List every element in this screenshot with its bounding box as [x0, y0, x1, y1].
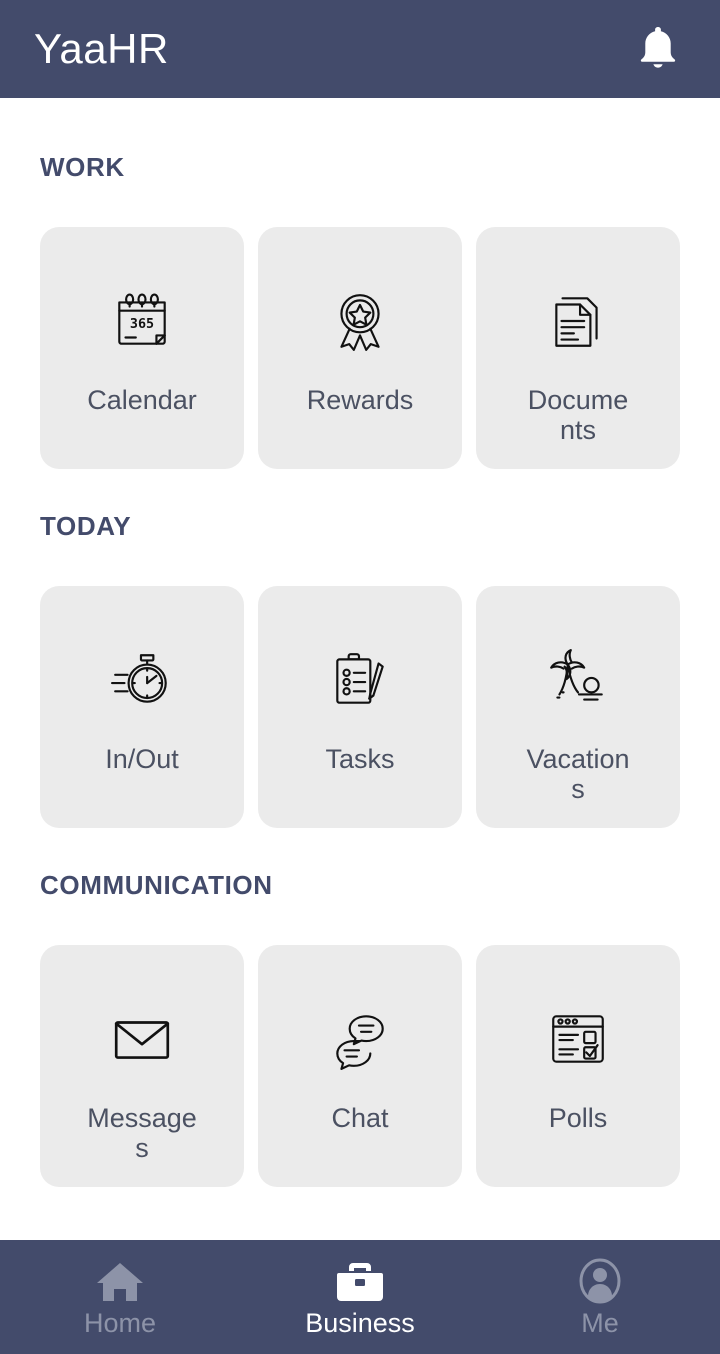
bottom-navigation: Home Business Me [0, 1240, 720, 1354]
card-label-rewards: Rewards [306, 385, 414, 415]
card-label-calendar: Calendar [87, 385, 197, 415]
briefcase-icon [333, 1255, 387, 1305]
card-row-work: 365 Calendar Rewards Documents [40, 227, 680, 471]
card-documents[interactable]: Documents [476, 227, 680, 469]
stopwatch-icon [106, 644, 178, 716]
bell-icon [636, 24, 680, 75]
scroll-content[interactable]: WORK 365 Calendar Rewards Documents TODA… [0, 98, 720, 1354]
notifications-button[interactable] [630, 21, 686, 77]
poll-window-icon [542, 1003, 614, 1075]
card-row-today: In/Out Tasks Vacations [40, 586, 680, 830]
card-vacations[interactable]: Vacations [476, 586, 680, 828]
medal-ribbon-icon [324, 285, 396, 357]
nav-label-business: Business [305, 1308, 415, 1339]
card-rewards[interactable]: Rewards [258, 227, 462, 469]
section-title-today: TODAY [40, 511, 132, 541]
nav-label-me: Me [581, 1308, 619, 1339]
svg-text:365: 365 [130, 317, 154, 332]
card-row-communication: Messages Chat Polls [40, 945, 680, 1189]
card-label-messages: Messages [87, 1103, 197, 1164]
card-calendar[interactable]: 365 Calendar [40, 227, 244, 469]
card-label-inout: In/Out [105, 744, 179, 774]
app-header: YaaHR [0, 0, 720, 98]
card-polls[interactable]: Polls [476, 945, 680, 1187]
card-label-documents: Documents [527, 385, 629, 446]
header-actions [630, 21, 686, 77]
section-communication: COMMUNICATION Messages Chat Polls [0, 830, 720, 1189]
palm-tree-sunset-icon [542, 644, 614, 716]
section-title-communication: COMMUNICATION [40, 870, 273, 900]
card-inout[interactable]: In/Out [40, 586, 244, 828]
nav-item-business[interactable]: Business [240, 1255, 480, 1339]
person-icon [573, 1255, 627, 1305]
chat-bubbles-icon [324, 1003, 396, 1075]
card-tasks[interactable]: Tasks [258, 586, 462, 828]
home-icon [93, 1255, 147, 1305]
calendar-365-icon: 365 [106, 285, 178, 357]
clipboard-pencil-icon [324, 644, 396, 716]
card-label-chat: Chat [331, 1103, 389, 1133]
card-label-tasks: Tasks [325, 744, 395, 774]
card-chat[interactable]: Chat [258, 945, 462, 1187]
card-label-polls: Polls [548, 1103, 608, 1133]
nav-item-me[interactable]: Me [480, 1255, 720, 1339]
documents-icon [542, 285, 614, 357]
card-messages[interactable]: Messages [40, 945, 244, 1187]
section-work: WORK 365 Calendar Rewards Documents [0, 108, 720, 471]
nav-label-home: Home [83, 1308, 157, 1339]
app-title: YaaHR [34, 25, 169, 72]
app-screen: YaaHR WORK 365 Calendar Rewards Document… [0, 0, 720, 1354]
envelope-icon [106, 1003, 178, 1075]
section-today: TODAY In/Out Tasks Vacations [0, 471, 720, 830]
nav-item-home[interactable]: Home [0, 1255, 240, 1339]
card-label-vacations: Vacations [526, 744, 630, 805]
section-title-work: WORK [40, 152, 125, 182]
